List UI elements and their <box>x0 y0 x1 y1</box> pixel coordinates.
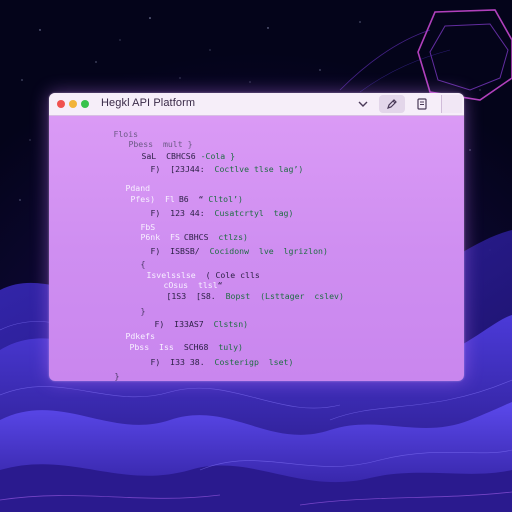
title-bar: Hegkl API Platform <box>49 93 464 116</box>
code-text: F) [23J44: <box>150 164 215 175</box>
app-window: Hegkl API Platform Flois Pbess mult} Sa… <box>49 93 464 381</box>
code-editor[interactable]: Flois Pbess mult } SaL CBHCS6 -Cola } F)… <box>49 115 464 381</box>
code-comment: Coctlve tlse lag’) <box>214 164 304 175</box>
document-icon <box>417 98 427 110</box>
code-gutter: } <box>114 371 120 381</box>
minimize-window-button[interactable] <box>69 100 77 108</box>
code-text: F) I33 38. <box>150 357 215 368</box>
toolbar-overflow[interactable] <box>441 95 462 113</box>
desktop-scene: Hegkl API Platform Flois Pbess mult} Sa… <box>0 0 512 512</box>
maximize-window-button[interactable] <box>81 100 89 108</box>
window-title: Hegkl API Platform <box>101 97 196 109</box>
code-text: F) 123 44: <box>150 208 215 219</box>
code-line: F) I33 38. Costerigp lset) <box>111 350 293 375</box>
edit-button[interactable] <box>379 95 405 113</box>
code-text: F) I33AS7 <box>154 319 214 330</box>
code-line: [1S3 [S8. Bopst (Lsttager cslev) <box>127 284 344 309</box>
close-window-button[interactable] <box>57 100 65 108</box>
code-comment: Clstsn) <box>213 319 249 330</box>
document-button[interactable] <box>409 95 435 113</box>
code-comment: Cusatcrtyl tag) <box>214 208 294 219</box>
pencil-icon <box>387 99 397 109</box>
code-comment: Costerigp lset) <box>214 357 294 368</box>
code-text: F) ISBSB/ <box>150 246 210 257</box>
code-text: [1S3 [S8. <box>166 291 226 302</box>
code-comment: Bopst (Lsttager cslev) <box>225 291 344 302</box>
code-comment: Cocidonw lve lgrizlon) <box>209 246 328 257</box>
chevron-down-icon[interactable] <box>357 97 369 109</box>
code-line: } <box>75 364 119 381</box>
